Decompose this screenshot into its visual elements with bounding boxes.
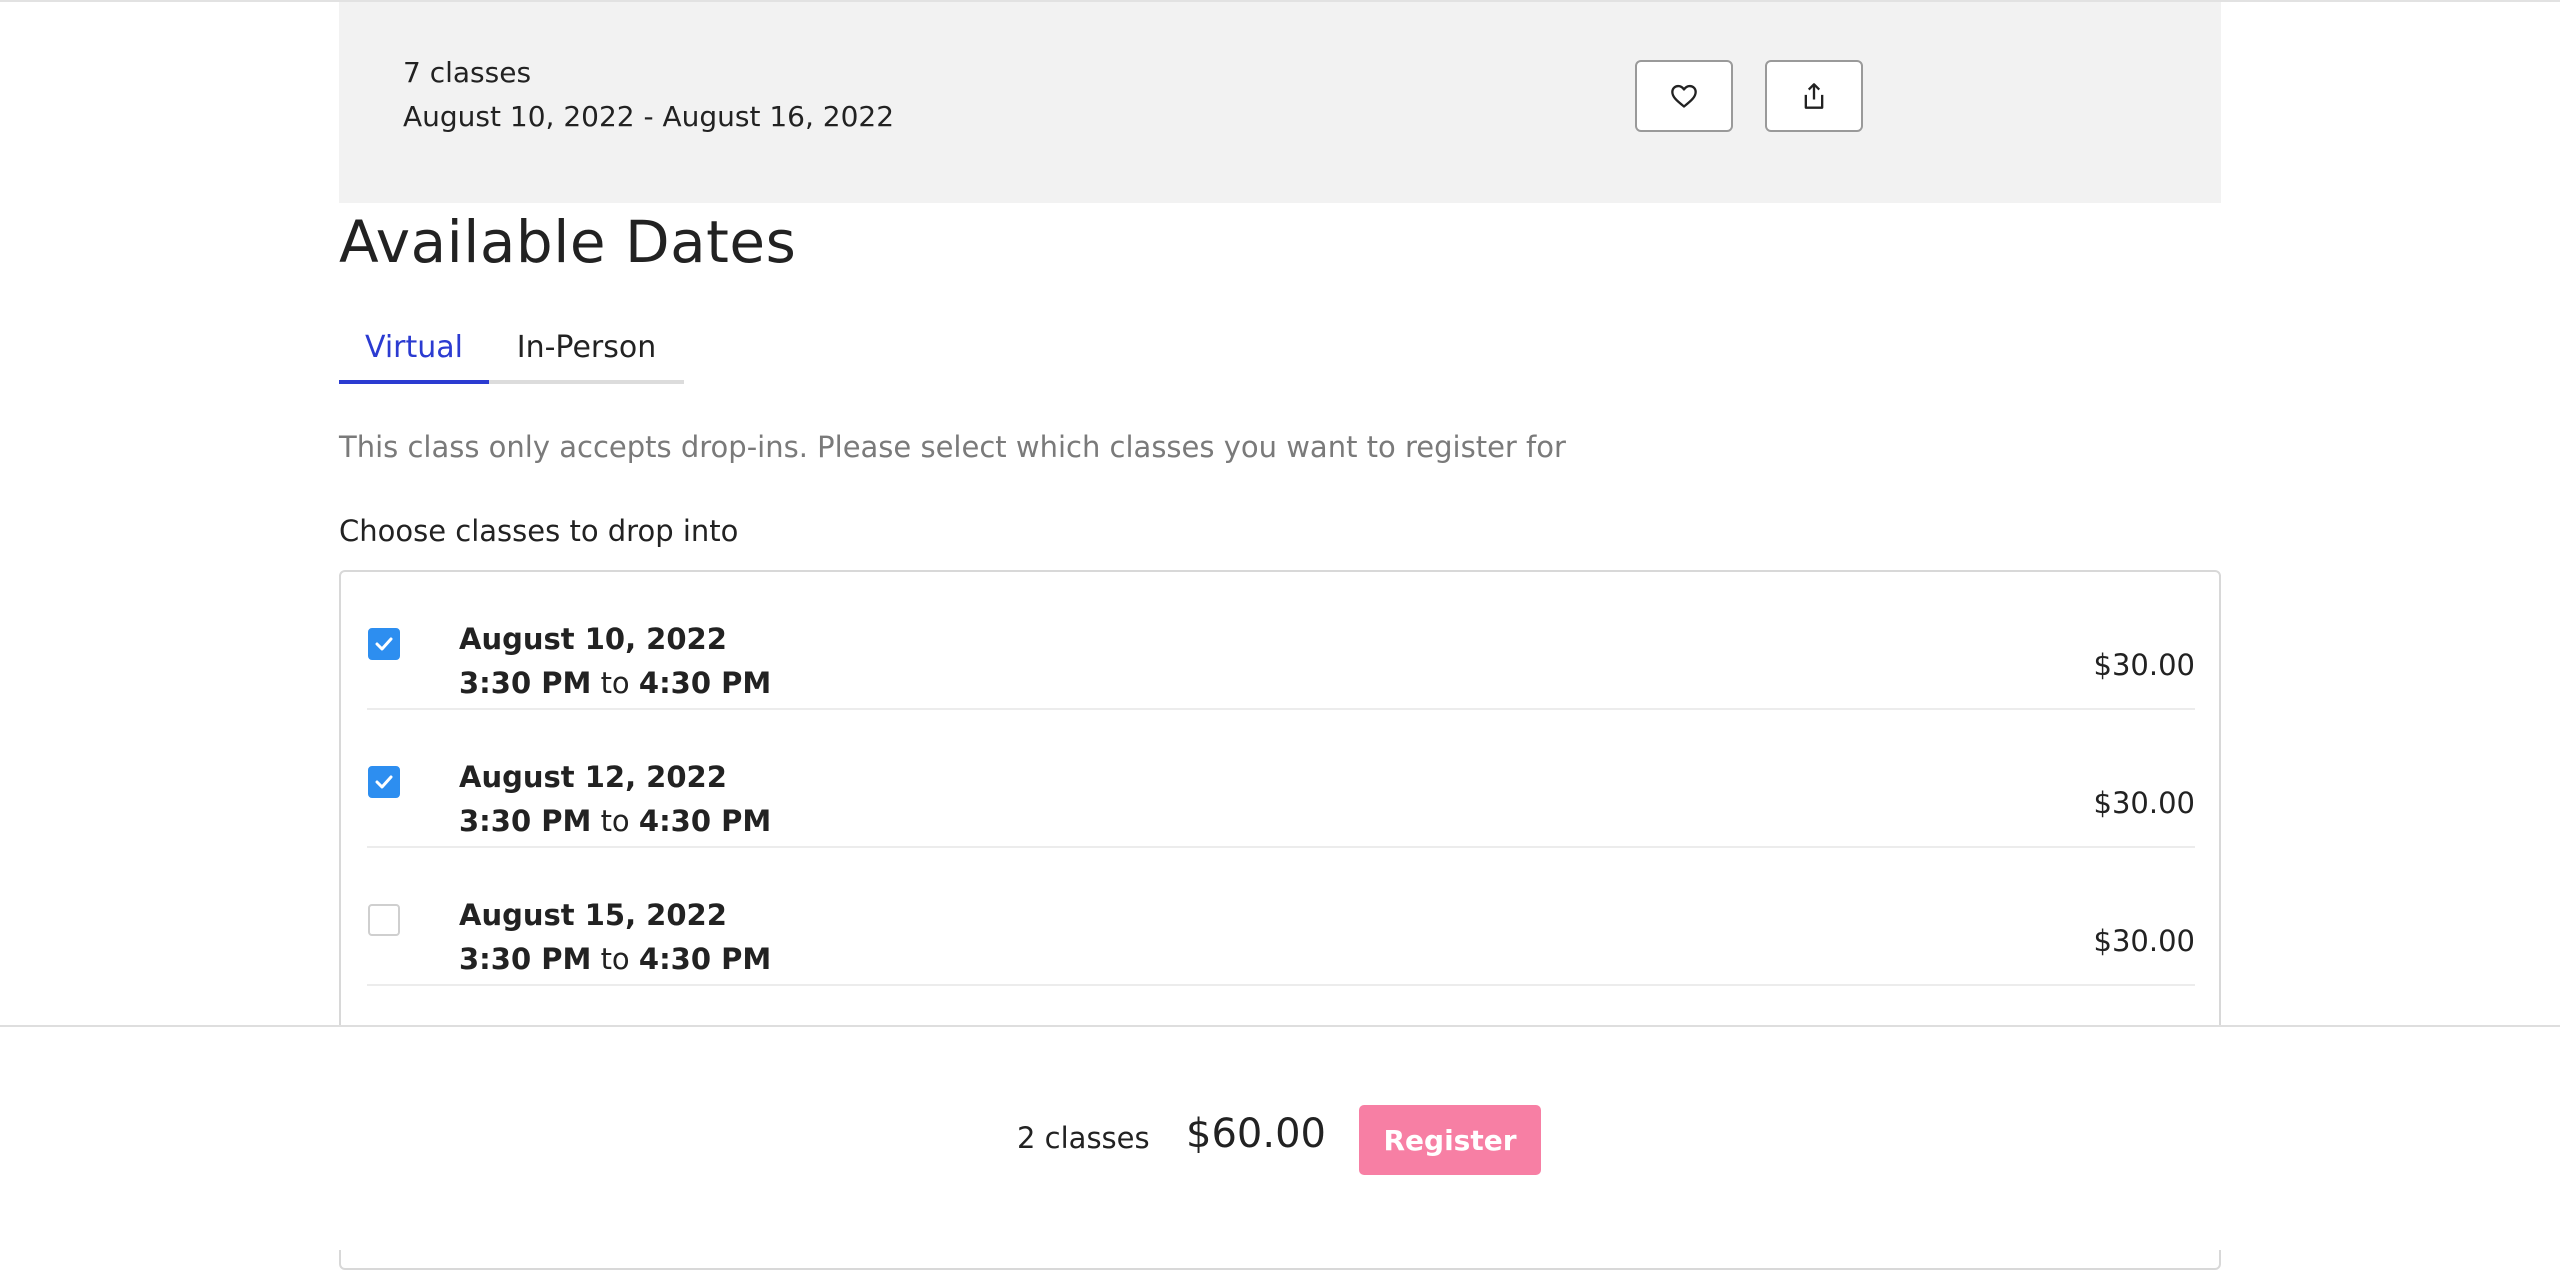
total-price: $60.00 bbox=[1186, 1111, 1326, 1157]
page-title: Available Dates bbox=[339, 208, 797, 276]
class-price: $30.00 bbox=[2093, 924, 2195, 958]
checkmark-icon bbox=[375, 637, 393, 651]
class-date: August 15, 2022 bbox=[459, 898, 727, 932]
class-checkbox[interactable] bbox=[368, 904, 400, 936]
section-subheading: Choose classes to drop into bbox=[339, 514, 739, 548]
time-connector: to bbox=[600, 942, 630, 976]
share-icon bbox=[1804, 83, 1824, 109]
list-item[interactable]: August 10, 2022 3:30 PM to 4:30 PM $30.0… bbox=[367, 572, 2195, 710]
end-time: 4:30 PM bbox=[638, 666, 772, 700]
time-connector: to bbox=[600, 804, 630, 838]
registration-footer: 2 classes $60.00 Register bbox=[0, 1025, 2560, 1250]
class-price: $30.00 bbox=[2093, 648, 2195, 682]
tab-bar: Virtual In-Person bbox=[339, 318, 684, 384]
class-date: August 12, 2022 bbox=[459, 760, 727, 794]
class-price: $30.00 bbox=[2093, 786, 2195, 820]
time-connector: to bbox=[600, 666, 630, 700]
active-tab-indicator bbox=[339, 380, 489, 384]
class-checkbox[interactable] bbox=[368, 628, 400, 660]
start-time: 3:30 PM bbox=[459, 942, 592, 976]
class-time: 3:30 PM to 4:30 PM bbox=[459, 804, 771, 838]
class-summary-panel: 7 classes August 10, 2022 - August 16, 2… bbox=[339, 2, 2221, 203]
heart-icon bbox=[1671, 84, 1697, 108]
selected-class-count: 2 classes bbox=[1017, 1121, 1150, 1155]
class-checkbox[interactable] bbox=[368, 766, 400, 798]
list-item[interactable]: August 15, 2022 3:30 PM to 4:30 PM $30.0… bbox=[367, 848, 2195, 986]
class-time: 3:30 PM to 4:30 PM bbox=[459, 666, 771, 700]
date-range: August 10, 2022 - August 16, 2022 bbox=[403, 100, 895, 133]
tab-virtual[interactable]: Virtual bbox=[339, 330, 489, 384]
end-time: 4:30 PM bbox=[638, 942, 772, 976]
tab-in-person[interactable]: In-Person bbox=[489, 330, 684, 384]
checkmark-icon bbox=[375, 775, 393, 789]
end-time: 4:30 PM bbox=[638, 804, 772, 838]
register-button[interactable]: Register bbox=[1359, 1105, 1541, 1175]
class-date: August 10, 2022 bbox=[459, 622, 727, 656]
class-time: 3:30 PM to 4:30 PM bbox=[459, 942, 771, 976]
share-button[interactable] bbox=[1765, 60, 1863, 132]
list-item[interactable]: August 12, 2022 3:30 PM to 4:30 PM $30.0… bbox=[367, 710, 2195, 848]
favorite-button[interactable] bbox=[1635, 60, 1733, 132]
drop-in-note: This class only accepts drop-ins. Please… bbox=[339, 430, 1566, 464]
class-count: 7 classes bbox=[403, 56, 532, 89]
start-time: 3:30 PM bbox=[459, 804, 592, 838]
start-time: 3:30 PM bbox=[459, 666, 592, 700]
